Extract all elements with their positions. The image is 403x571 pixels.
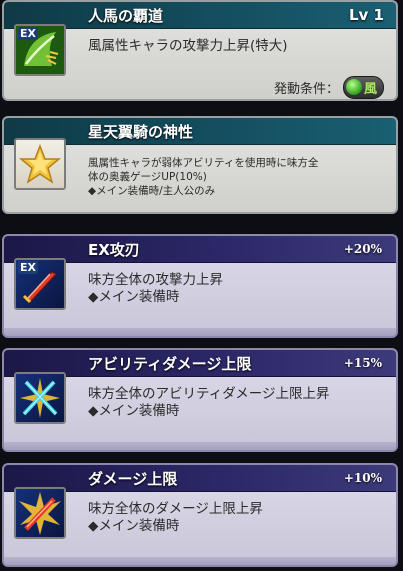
condition-label: 発動条件： bbox=[273, 81, 339, 97]
condition-value: 風 bbox=[363, 81, 377, 97]
skill-bonus: +20% bbox=[343, 242, 382, 256]
star-icon bbox=[14, 138, 66, 190]
wind-icon bbox=[345, 79, 362, 95]
skill-description-line3: ◆メイン装備時/主人公のみ bbox=[88, 185, 216, 197]
skill-bonus: +10% bbox=[343, 471, 382, 485]
wind-element-badge: 風 bbox=[342, 75, 384, 99]
skill-title: ダメージ上限 bbox=[88, 470, 178, 488]
wind-bow-icon: EX bbox=[14, 24, 66, 76]
skill-title: EX攻刃 bbox=[88, 241, 140, 259]
crossed-swords-icon bbox=[14, 372, 66, 424]
ex-badge: EX bbox=[18, 261, 38, 274]
skill-level: Lv 1 bbox=[349, 6, 384, 24]
skill-description-line1: 味方全体のアビリティダメージ上限上昇 bbox=[88, 386, 330, 402]
skill-card-4[interactable]: アビリティダメージ上限 +15% 味方全体のアビリティダメージ上限上昇 ◆メイン… bbox=[2, 348, 398, 452]
skill-description-line2: 体の奥義ゲージUP(10%) bbox=[88, 171, 207, 183]
skill-description: 風属性キャラの攻撃力上昇(特大) bbox=[88, 38, 288, 54]
skill-title: アビリティダメージ上限 bbox=[88, 355, 252, 373]
skill-card-1[interactable]: 人馬の覇道 Lv 1 EX 風属性キャラの攻撃力上昇(特大) 発動条件： 風 bbox=[2, 0, 398, 101]
skill-description-line2: ◆メイン装備時 bbox=[88, 518, 180, 534]
skill-card-3[interactable]: EX攻刃 +20% EX 味方全体の攻撃力上昇 ◆メイン装備時 bbox=[2, 234, 398, 338]
red-sword-icon: EX bbox=[14, 258, 66, 310]
skill-description-line1: 風属性キャラが弱体アビリティを使用時に味方全 bbox=[88, 157, 319, 169]
ex-badge: EX bbox=[18, 27, 38, 40]
skill-description-line1: 味方全体の攻撃力上昇 bbox=[88, 272, 223, 288]
skill-card-5[interactable]: ダメージ上限 +10% 味方全体のダメージ上限上昇 ◆メイン装備時 bbox=[2, 463, 398, 567]
skill-bonus: +15% bbox=[343, 356, 382, 370]
burst-sword-icon bbox=[14, 487, 66, 539]
skill-title: 星天翼騎の神性 bbox=[88, 123, 194, 141]
skill-description-line1: 味方全体のダメージ上限上昇 bbox=[88, 501, 263, 517]
skill-description-line2: ◆メイン装備時 bbox=[88, 289, 180, 305]
skill-title: 人馬の覇道 bbox=[88, 7, 164, 25]
skill-card-2[interactable]: 星天翼騎の神性 風属性キャラが弱体アビリティを使用時に味方全 体の奥義ゲージUP… bbox=[2, 116, 398, 214]
skill-description-line2: ◆メイン装備時 bbox=[88, 403, 180, 419]
activation-condition: 発動条件： 風 bbox=[273, 75, 384, 99]
